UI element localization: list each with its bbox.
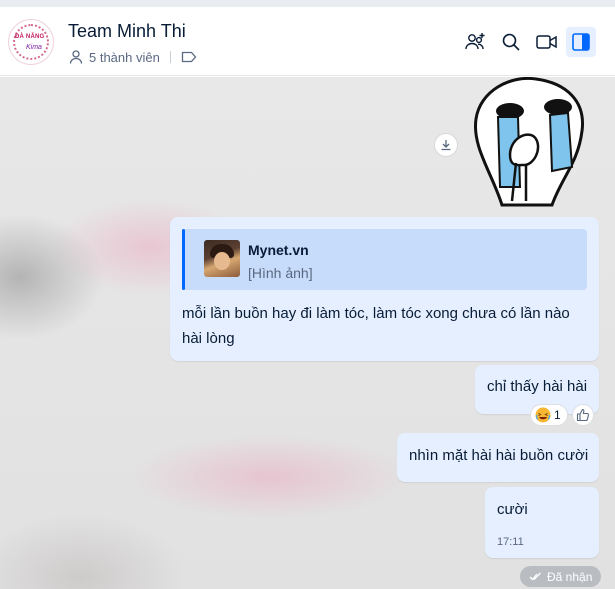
avatar-text-line1: ĐÀ NẴNG [15, 34, 45, 40]
message-list[interactable]: Mynet.vn [Hình ảnh] mỗi lần buồn hay đi … [0, 77, 615, 589]
quote-accent-bar [182, 229, 185, 290]
reaction-summary[interactable]: 1 [530, 404, 568, 426]
crying-sticker[interactable] [470, 77, 590, 207]
quote-sender-name: Mynet.vn [248, 242, 309, 258]
message-text: mỗi lần buồn hay đi làm tóc, làm tóc xon… [182, 305, 570, 347]
chat-header: ĐÀ NẴNG Kima Team Minh Thi 5 thành viên [0, 7, 615, 76]
reaction-bar: 1 [530, 404, 594, 426]
member-count[interactable]: 5 thành viên [89, 50, 160, 65]
window-top-strip [0, 0, 615, 7]
message-text: chỉ thấy hài hài [487, 378, 588, 395]
subtitle-divider [169, 51, 171, 63]
laughing-emoji-icon [535, 407, 551, 423]
delivery-status-label: Đã nhận [547, 569, 593, 584]
thumbnail-face [214, 252, 230, 270]
message-text: nhìn mặt hài hài buồn cười [409, 447, 589, 464]
conversation-title[interactable]: Team Minh Thi [68, 21, 186, 42]
tag-icon[interactable] [181, 51, 197, 63]
reaction-count: 1 [554, 408, 561, 422]
like-reaction-icon[interactable] [571, 404, 594, 426]
sidebar-toggle-icon[interactable] [566, 27, 596, 57]
avatar-ring [13, 24, 49, 60]
message-bubble[interactable]: nhìn mặt hài hài buồn cười [397, 433, 599, 482]
message-text: cười [497, 501, 528, 518]
search-icon[interactable] [498, 29, 524, 55]
add-member-icon[interactable] [462, 29, 488, 55]
group-avatar[interactable]: ĐÀ NẴNG Kima [8, 19, 54, 65]
quoted-message[interactable]: Mynet.vn [Hình ảnh] [182, 229, 587, 290]
message-bubble-last[interactable]: cười 17:11 [485, 487, 599, 558]
message-timestamp: 17:11 [497, 536, 524, 548]
delivery-status-badge: Đã nhận [520, 566, 602, 587]
quote-image-thumbnail [204, 240, 240, 277]
quote-content: [Hình ảnh] [248, 265, 313, 281]
avatar-text-line2: Kima [26, 44, 42, 51]
download-icon[interactable] [434, 133, 458, 157]
conversation-subtitle: 5 thành viên [68, 49, 197, 65]
message-bubble-reply[interactable]: Mynet.vn [Hình ảnh] mỗi lần buồn hay đi … [170, 217, 599, 361]
video-call-icon[interactable] [534, 29, 560, 55]
member-icon [68, 49, 84, 65]
double-check-icon [529, 572, 542, 581]
